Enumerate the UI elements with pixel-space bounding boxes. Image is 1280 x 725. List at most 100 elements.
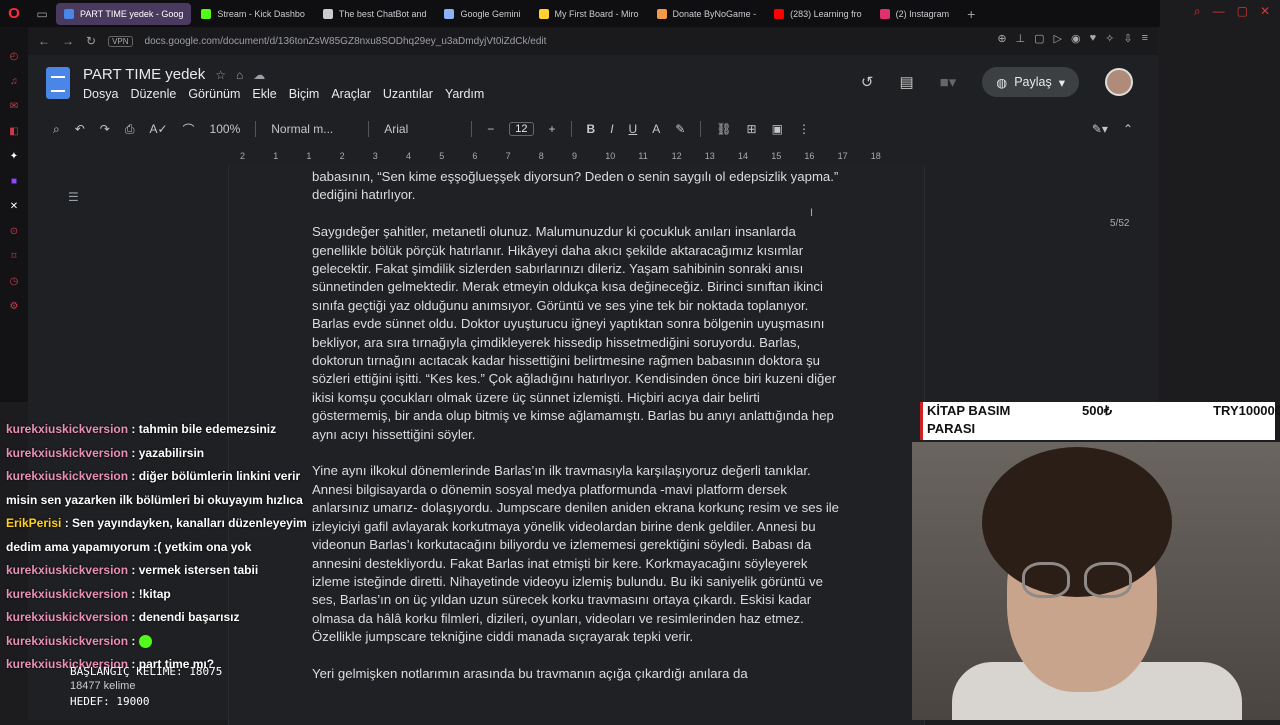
- zoom-icon[interactable]: ⊕: [997, 32, 1006, 45]
- browser-tab[interactable]: Stream - Kick Dashbo: [193, 3, 313, 25]
- paint-format-icon[interactable]: ⌒: [183, 121, 195, 138]
- sidebar-clock-icon[interactable]: ◷: [10, 276, 19, 287]
- url-field[interactable]: docs.google.com/document/d/136tonZsW85GZ…: [145, 36, 547, 47]
- close-icon[interactable]: ✕: [1260, 4, 1270, 19]
- camera-icon[interactable]: ◉: [1071, 32, 1081, 45]
- minimize-icon[interactable]: —: [1213, 4, 1225, 19]
- docs-logo-icon[interactable]: [46, 67, 70, 99]
- vpn-badge[interactable]: VPN: [108, 35, 133, 47]
- link-icon[interactable]: ⛓: [716, 122, 731, 136]
- sidebar-kick-icon[interactable]: ✦: [10, 151, 18, 162]
- print-icon[interactable]: ⎙: [125, 122, 135, 137]
- reload-icon[interactable]: ↻: [86, 34, 96, 48]
- meet-icon[interactable]: ■▾: [940, 73, 957, 91]
- browser-tab[interactable]: (2) Instagram: [872, 3, 958, 25]
- sidebar-twitch-icon[interactable]: ■: [11, 176, 17, 187]
- globe-icon: ◍: [996, 75, 1008, 90]
- document-paragraph[interactable]: Yine aynı ilkokul dönemlerinde Barlas’ın…: [312, 462, 842, 646]
- italic-icon[interactable]: I: [610, 122, 613, 136]
- document-body[interactable]: babasının, “Sen kime eşşoğlueşşek diyors…: [312, 168, 842, 702]
- browser-tab[interactable]: PART TIME yedek - Goog: [56, 2, 192, 25]
- insert-image-icon[interactable]: ▣: [772, 122, 783, 136]
- chat-username[interactable]: kurekxiuskickversion: [6, 587, 128, 601]
- sidebar-player-icon[interactable]: ⊙: [10, 226, 18, 237]
- chat-username[interactable]: kurekxiuskickversion: [6, 469, 128, 483]
- maximize-icon[interactable]: ▢: [1237, 4, 1248, 19]
- sidebar-bookmark-icon[interactable]: ⌑: [11, 251, 16, 262]
- menu-item[interactable]: Biçim: [289, 87, 320, 101]
- horizontal-ruler[interactable]: 2 1 1 2 3 4 5 6 7 8 9 10 11 12 13 14 15 16 17 18: [228, 151, 928, 165]
- document-paragraph[interactable]: Yeri gelmişken notlarımın arasında bu tr…: [312, 665, 842, 683]
- text-color-icon[interactable]: A: [652, 122, 660, 136]
- sidebar-music-icon[interactable]: ♫: [10, 76, 18, 87]
- sidebar-pinboard-icon[interactable]: ◧: [9, 126, 18, 137]
- decrease-font-icon[interactable]: −: [487, 122, 494, 136]
- browser-tab[interactable]: Google Gemini: [436, 3, 528, 25]
- bold-icon[interactable]: B: [587, 122, 596, 136]
- avatar[interactable]: [1105, 68, 1133, 96]
- chat-username[interactable]: ErikPerisi: [6, 516, 61, 530]
- undo-icon[interactable]: ↶: [75, 122, 85, 136]
- browser-tab[interactable]: My First Board - Miro: [531, 3, 647, 25]
- comments-icon[interactable]: ▤: [899, 73, 913, 91]
- menu-item[interactable]: Düzenle: [130, 87, 176, 101]
- document-paragraph[interactable]: babasının, “Sen kime eşşoğlueşşek diyors…: [312, 168, 842, 205]
- chat-username[interactable]: kurekxiuskickversion: [6, 563, 128, 577]
- tab-favicon-icon: [64, 8, 74, 19]
- menu-item[interactable]: Uzantılar: [383, 87, 433, 101]
- extensions-icon[interactable]: ✧: [1105, 32, 1114, 45]
- style-select[interactable]: Normal m...: [271, 122, 353, 136]
- collapse-menus-icon[interactable]: ⌃: [1123, 122, 1133, 136]
- document-title[interactable]: PART TIME yedek: [83, 66, 205, 83]
- browser-tab[interactable]: Donate ByNoGame -: [649, 3, 765, 25]
- version-history-icon[interactable]: ↺: [861, 73, 874, 91]
- menu-item[interactable]: Araçlar: [331, 87, 371, 101]
- more-icon[interactable]: ⋮: [798, 122, 810, 136]
- increase-font-icon[interactable]: +: [549, 122, 556, 136]
- sidebar-settings-icon[interactable]: ⚙: [10, 301, 19, 312]
- menu-item[interactable]: Yardım: [445, 87, 484, 101]
- share-button[interactable]: ◍ Paylaş ▾: [982, 67, 1079, 97]
- chat-username[interactable]: kurekxiuskickversion: [6, 634, 128, 648]
- pin-icon[interactable]: ⊥: [1016, 32, 1026, 45]
- divider: [570, 121, 572, 137]
- menu-item[interactable]: Ekle: [252, 87, 276, 101]
- editing-mode-icon[interactable]: ✎▾: [1092, 122, 1108, 136]
- underline-icon[interactable]: U: [629, 122, 638, 136]
- sidebar-messenger-icon[interactable]: ✉: [10, 101, 18, 112]
- new-tab-icon[interactable]: +: [967, 6, 987, 22]
- add-comment-icon[interactable]: ⊞: [747, 122, 757, 136]
- chat-username[interactable]: kurekxiuskickversion: [6, 610, 128, 624]
- back-icon[interactable]: ←: [38, 34, 50, 48]
- play-icon[interactable]: ▷: [1054, 32, 1062, 45]
- browser-tab[interactable]: (283) Learning fro: [766, 3, 870, 25]
- chat-username[interactable]: kurekxiuskickversion: [6, 422, 128, 436]
- sidebar-history-icon[interactable]: ◴: [10, 51, 19, 62]
- heart-icon[interactable]: ♥: [1090, 32, 1097, 45]
- snapshot-icon[interactable]: ▢: [1034, 32, 1044, 45]
- redo-icon[interactable]: ↷: [100, 122, 110, 136]
- menu-item[interactable]: Görünüm: [188, 87, 240, 101]
- cloud-status-icon[interactable]: ☁: [253, 68, 265, 82]
- star-icon[interactable]: ☆: [215, 68, 226, 82]
- menu-item[interactable]: Dosya: [83, 87, 118, 101]
- highlight-icon[interactable]: ✎: [675, 122, 685, 136]
- font-select[interactable]: Arial: [384, 122, 456, 136]
- forward-icon[interactable]: →: [62, 34, 74, 48]
- spellcheck-icon[interactable]: A✓: [149, 122, 167, 136]
- opera-logo-icon[interactable]: O: [0, 0, 28, 27]
- tab-overview-icon[interactable]: ▭: [28, 0, 56, 27]
- browser-tab[interactable]: The best ChatBot and: [315, 3, 435, 25]
- search-icon[interactable]: ⌕: [1194, 4, 1201, 19]
- download-icon[interactable]: ⇩: [1123, 32, 1132, 45]
- outline-icon[interactable]: ☰: [68, 190, 79, 204]
- chat-username[interactable]: kurekxiuskickversion: [6, 446, 128, 460]
- sidebar-x-icon[interactable]: ✕: [10, 201, 18, 212]
- document-paragraph[interactable]: Saygıdeğer şahitler, metanetli olunuz. M…: [312, 223, 842, 444]
- menu-icon[interactable]: ≡: [1142, 32, 1148, 45]
- divider: [255, 121, 257, 137]
- zoom-select[interactable]: 100%: [210, 122, 241, 136]
- move-folder-icon[interactable]: ⌂: [236, 68, 243, 82]
- search-menus-icon[interactable]: ⌕: [53, 122, 60, 137]
- font-size-input[interactable]: 12: [509, 122, 534, 136]
